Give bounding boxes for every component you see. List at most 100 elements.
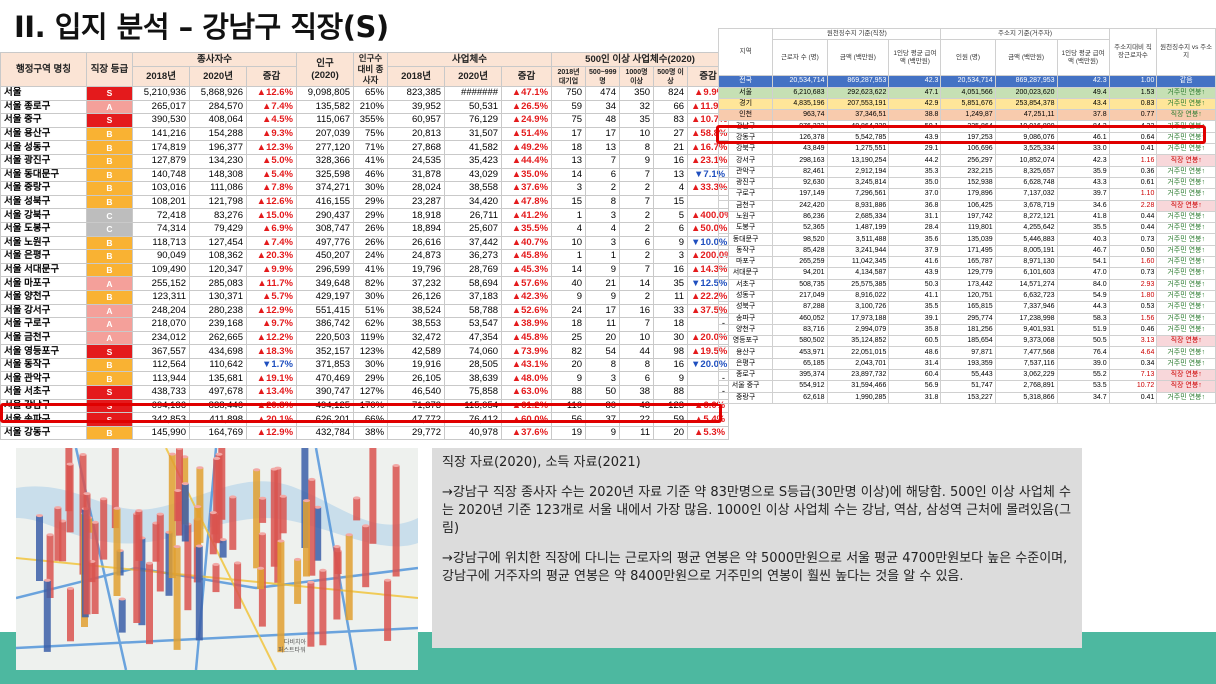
cell-wc: ▲18.3%: [245, 344, 298, 359]
map-bar: [181, 483, 189, 542]
map-bar: [118, 599, 126, 633]
cell-b18: 26,126: [387, 289, 446, 305]
income-cell-c: 60.5: [888, 335, 942, 348]
map-bar-top: [308, 477, 316, 481]
income-cell-f: 35.9: [1056, 165, 1110, 178]
region-name: 서울 은평구: [0, 249, 87, 264]
income-cell-h: 거주민 연봉↑: [1156, 323, 1216, 337]
income-cell-b: 1,275,551: [826, 143, 890, 156]
region-name: 서울 강서구: [0, 303, 87, 319]
income-region: 노원구: [717, 210, 774, 224]
cell-lall: 13: [653, 167, 689, 183]
rcol-vs: 원천징수지 vs 주소지: [1156, 27, 1216, 77]
rcol-group1: 원천징수지 기준(직장): [772, 27, 942, 41]
income-cell-g: 1.10: [1108, 188, 1158, 201]
table-row: 서울 중구 S 390,530 408,064 ▲4.5% 115,067 355% 60,9…: [0, 113, 730, 128]
map-bar-top: [67, 586, 74, 590]
income-cell-e: 7,337,946: [994, 301, 1058, 314]
region-name: 서울 광진구: [0, 153, 87, 169]
cell-w18: 390,530: [132, 113, 190, 128]
income-cell-c: 37.0: [888, 188, 942, 201]
income-row: 경기 4,835,196 207,553,191 42.9 5,851,676 253,8…: [717, 97, 1216, 111]
cell-bc: ▲37.6%: [501, 425, 553, 441]
income-cell-b: 2,912,194: [826, 165, 890, 178]
rcol-workers: 근로자 수 (명): [772, 39, 828, 77]
income-cell-d: 197,742: [940, 210, 996, 224]
rcol-people: 인원 (명): [940, 39, 996, 77]
income-region: 서울: [717, 86, 774, 99]
cell-l1000: 2: [619, 249, 655, 264]
cell-ratio: 46%: [353, 167, 389, 183]
map-bar: [333, 546, 341, 620]
cell-l18: 20: [551, 357, 587, 373]
income-region: 양천구: [717, 323, 774, 337]
region-name: 서울 동작구: [0, 357, 87, 373]
income-cell-g: 3.13: [1108, 335, 1158, 348]
cell-lall: 4: [653, 181, 689, 196]
income-cell-g: 0.46: [1108, 323, 1158, 337]
cell-lall: 16: [653, 357, 689, 373]
cell-l500: 50: [585, 385, 621, 400]
income-cell-c: 42.3: [888, 75, 942, 88]
income-row: 서대문구 94,201 4,134,587 43.9 129,779 6,101,603 4…: [717, 267, 1216, 280]
cell-l500: 21: [585, 276, 621, 291]
cell-b20: 47,354: [444, 330, 503, 346]
income-cell-h: 거주민 연봉↑: [1156, 222, 1216, 235]
income-row: 송파구 460,052 17,973,188 39.1 295,774 17,238,99…: [717, 312, 1216, 325]
cell-l1000: 35: [619, 113, 655, 128]
income-cell-h: 직장 연봉↑: [1156, 154, 1216, 167]
cell-w20: 434,698: [189, 344, 247, 359]
income-row: 양천구 83,716 2,994,079 35.8 181,256 9,401,931 51…: [717, 323, 1216, 337]
table-row: 서울 구로구 A 218,070 239,168 ▲9.7% 386,742 62% 38,5…: [0, 317, 730, 332]
income-cell-a: 43,849: [772, 143, 828, 156]
map-label-2: 퍼스트타워: [278, 646, 306, 654]
cell-lall: 88: [653, 385, 689, 400]
cell-b18: 24,873: [387, 249, 446, 264]
map-bar-top: [333, 545, 341, 548]
cell-wc: ▲5.4%: [245, 167, 298, 183]
income-row: 용산구 453,971 22,051,015 48.6 97,871 7,477,568 7…: [717, 346, 1216, 359]
income-region: 구로구: [717, 188, 774, 201]
income-region: 용산구: [717, 346, 774, 359]
cell-b18: 18,894: [387, 221, 446, 237]
income-region: 은평구: [717, 357, 774, 371]
cell-l18: 24: [551, 303, 587, 319]
cell-w18: 218,070: [132, 317, 190, 332]
region-name: 서울 성북구: [0, 194, 87, 210]
income-row: 성북구 87,288 3,100,726 35.5 165,815 7,337,946 44…: [717, 301, 1216, 314]
cell-b18: 20,813: [387, 126, 446, 142]
cell-b18: 23,287: [387, 194, 446, 210]
cell-lall: 66: [653, 99, 689, 115]
income-cell-g: 7.13: [1108, 369, 1158, 382]
cell-bc: ▲42.3%: [501, 289, 553, 305]
cell-lall: 16: [653, 153, 689, 169]
table-row: 서울 성북구 B 108,201 121,798 ▲12.6% 416,155 29% 23,…: [0, 194, 730, 210]
cell-bc: ▲26.5%: [501, 99, 553, 115]
cell-pop: 352,157: [296, 344, 355, 359]
map-bar-top: [83, 492, 91, 496]
cell-lall: 16: [653, 262, 689, 278]
cell-bc: ▲44.4%: [501, 153, 553, 169]
region-name: 서울 금천구: [0, 330, 87, 346]
income-region: 중랑구: [717, 391, 774, 404]
cell-l500: 54: [585, 344, 621, 359]
cell-bc: ▲41.2%: [501, 208, 553, 223]
cell-ratio: 29%: [353, 194, 389, 210]
cell-b18: 38,524: [387, 303, 446, 319]
cell-wc: ▲9.3%: [245, 126, 298, 142]
map-bar: [219, 539, 227, 558]
income-cell-a: 94,201: [772, 267, 828, 280]
cell-wc: ▲13.4%: [245, 385, 298, 400]
income-cell-g: 1.80: [1108, 289, 1158, 303]
cell-l18: 40: [551, 276, 587, 291]
income-cell-c: 43.9: [888, 267, 942, 280]
map-bar-top: [259, 496, 267, 500]
income-cell-a: 82,461: [772, 165, 828, 178]
cell-b20: 38,639: [444, 371, 503, 387]
map-bar-top: [353, 496, 361, 500]
cell-wc: ▲7.4%: [245, 99, 298, 115]
income-cell-c: 42.9: [888, 97, 942, 111]
cell-l18: 25: [551, 330, 587, 346]
income-row: 도봉구 52,365 1,487,199 28.4 119,801 4,255,642 35…: [717, 222, 1216, 235]
region-name: 서울 영등포구: [0, 344, 87, 359]
